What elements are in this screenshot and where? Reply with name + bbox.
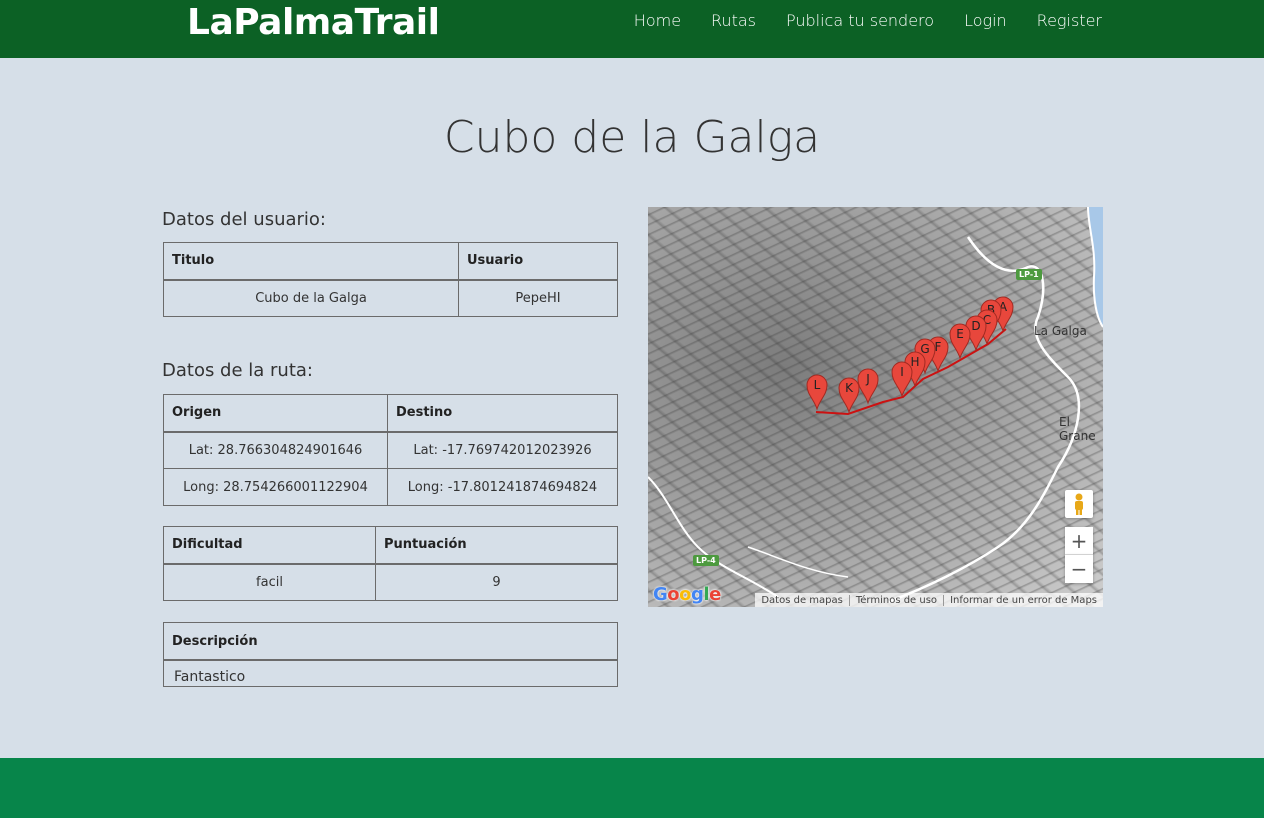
- user-col-titulo: Titulo: [163, 242, 459, 281]
- place-label-el-grane: El Grane: [1059, 415, 1096, 443]
- rating-col-dificultad: Dificultad: [163, 526, 376, 565]
- route-table: Origen Destino Lat: 28.766304824901646 L…: [163, 394, 618, 506]
- map-footer: Datos de mapas Términos de uso Informar …: [755, 593, 1103, 607]
- rating-col-puntuacion: Puntuación: [375, 526, 618, 565]
- map-data-link[interactable]: Datos de mapas: [755, 595, 849, 606]
- nav-links: Home Rutas Publica tu sendero Login Regi…: [604, 0, 1102, 40]
- route-section-heading: Datos de la ruta:: [162, 360, 313, 381]
- zoom-out-button[interactable]: −: [1065, 555, 1093, 583]
- google-logo[interactable]: Google: [653, 584, 721, 605]
- place-label-la-galga: La Galga: [1034, 324, 1087, 338]
- map-marker-label: G: [920, 342, 929, 356]
- brand-logo[interactable]: LaPalmaTrail: [187, 2, 440, 43]
- site-footer: [0, 758, 1264, 818]
- top-navbar: LaPalmaTrail Home Rutas Publica tu sende…: [0, 0, 1264, 58]
- map-marker-label: E: [956, 327, 964, 341]
- route-origin-lat: Lat: 28.766304824901646: [163, 431, 388, 469]
- map-marker-label: D: [971, 319, 980, 333]
- rating-cell-dificultad: facil: [163, 563, 376, 601]
- rating-table: Dificultad Puntuación facil 9: [163, 526, 618, 601]
- map-marker-j[interactable]: J: [857, 368, 879, 405]
- description-text: Fantastico: [174, 669, 246, 685]
- map-report-link[interactable]: Informar de un error de Maps: [943, 594, 1103, 606]
- user-col-usuario: Usuario: [458, 242, 618, 281]
- rating-cell-puntuacion: 9: [375, 563, 618, 601]
- user-section-heading: Datos del usuario:: [162, 209, 326, 230]
- map-marker-label: F: [935, 340, 942, 354]
- map-overlay: ABCDEFGHIJKL: [648, 207, 1103, 604]
- nav-publica[interactable]: Publica tu sendero: [786, 11, 934, 30]
- route-col-origen: Origen: [163, 394, 388, 433]
- user-cell-titulo: Cubo de la Galga: [163, 279, 459, 317]
- zoom-in-button[interactable]: +: [1065, 527, 1093, 555]
- nav-rutas[interactable]: Rutas: [711, 11, 756, 30]
- user-cell-usuario: PepeHI: [458, 279, 618, 317]
- road-badge-lp4: LP-4: [693, 555, 719, 566]
- map-marker-l[interactable]: L: [806, 374, 828, 411]
- nav-register[interactable]: Register: [1037, 11, 1102, 30]
- route-dest-lat: Lat: -17.769742012023926: [387, 431, 618, 469]
- route-map[interactable]: ABCDEFGHIJKL LP-1 LP-4 La Galga El Grane…: [648, 207, 1103, 607]
- map-marker-label: J: [865, 372, 870, 386]
- map-marker-e[interactable]: E: [949, 323, 971, 360]
- road-badge-lp1: LP-1: [1016, 269, 1042, 280]
- route-origin-long: Long: 28.754266001122904: [163, 468, 388, 506]
- map-marker-k[interactable]: K: [838, 377, 860, 414]
- route-col-destino: Destino: [387, 394, 618, 433]
- route-dest-long: Long: -17.801241874694824: [387, 468, 618, 506]
- nav-home[interactable]: Home: [634, 11, 681, 30]
- map-marker-label: L: [814, 378, 821, 392]
- map-marker-label: H: [910, 355, 919, 369]
- map-marker-label: K: [845, 381, 854, 395]
- street-view-pegman-icon[interactable]: [1065, 490, 1093, 518]
- nav-login[interactable]: Login: [964, 11, 1007, 30]
- map-terms-link[interactable]: Términos de uso: [848, 594, 943, 606]
- map-marker-label: I: [900, 365, 904, 379]
- page-title: Cubo de la Galga: [443, 112, 821, 163]
- description-heading: Descripción: [164, 623, 617, 661]
- description-box: Descripción Fantastico: [163, 622, 618, 687]
- user-table: Titulo Usuario Cubo de la Galga PepeHI: [163, 242, 618, 317]
